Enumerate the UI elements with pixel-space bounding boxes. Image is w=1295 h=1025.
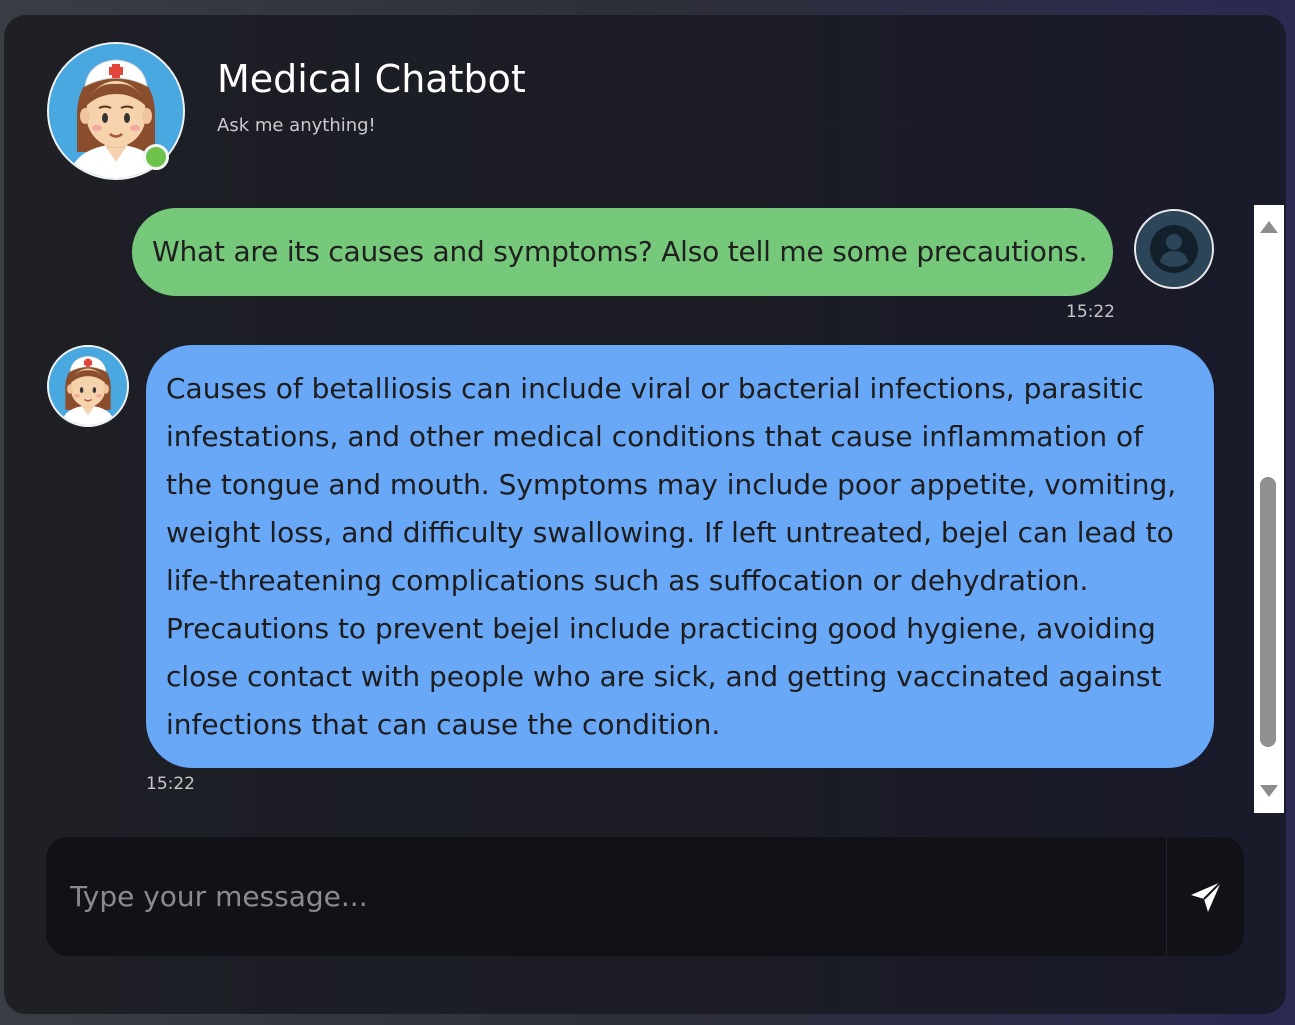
chat-window: Medical Chatbot Ask me anything! What ar… xyxy=(4,15,1286,1014)
nurse-avatar-icon xyxy=(49,347,127,425)
scroll-down-arrow-icon[interactable] xyxy=(1260,785,1278,797)
scrollbar-thumb[interactable] xyxy=(1260,477,1276,747)
user-message-time: 15:22 xyxy=(1066,302,1115,322)
send-button[interactable] xyxy=(1166,837,1244,956)
online-status-indicator xyxy=(143,144,169,170)
send-icon xyxy=(1191,880,1222,912)
message-scrollbar[interactable] xyxy=(1254,205,1284,813)
message-list: What are its causes and symptoms? Also t… xyxy=(4,205,1254,813)
bot-message-time: 15:22 xyxy=(146,774,195,794)
user-avatar xyxy=(1134,209,1214,289)
bot-avatar xyxy=(47,345,129,427)
message-input-bar xyxy=(46,837,1244,956)
scroll-up-arrow-icon[interactable] xyxy=(1260,221,1278,233)
chat-subtitle: Ask me anything! xyxy=(217,115,376,136)
bot-message-bubble: Causes of betalliosis can include viral … xyxy=(146,345,1214,768)
message-input[interactable] xyxy=(46,837,1164,956)
chat-title: Medical Chatbot xyxy=(217,57,526,101)
user-icon xyxy=(1150,225,1198,273)
user-message-bubble: What are its causes and symptoms? Also t… xyxy=(132,208,1113,296)
